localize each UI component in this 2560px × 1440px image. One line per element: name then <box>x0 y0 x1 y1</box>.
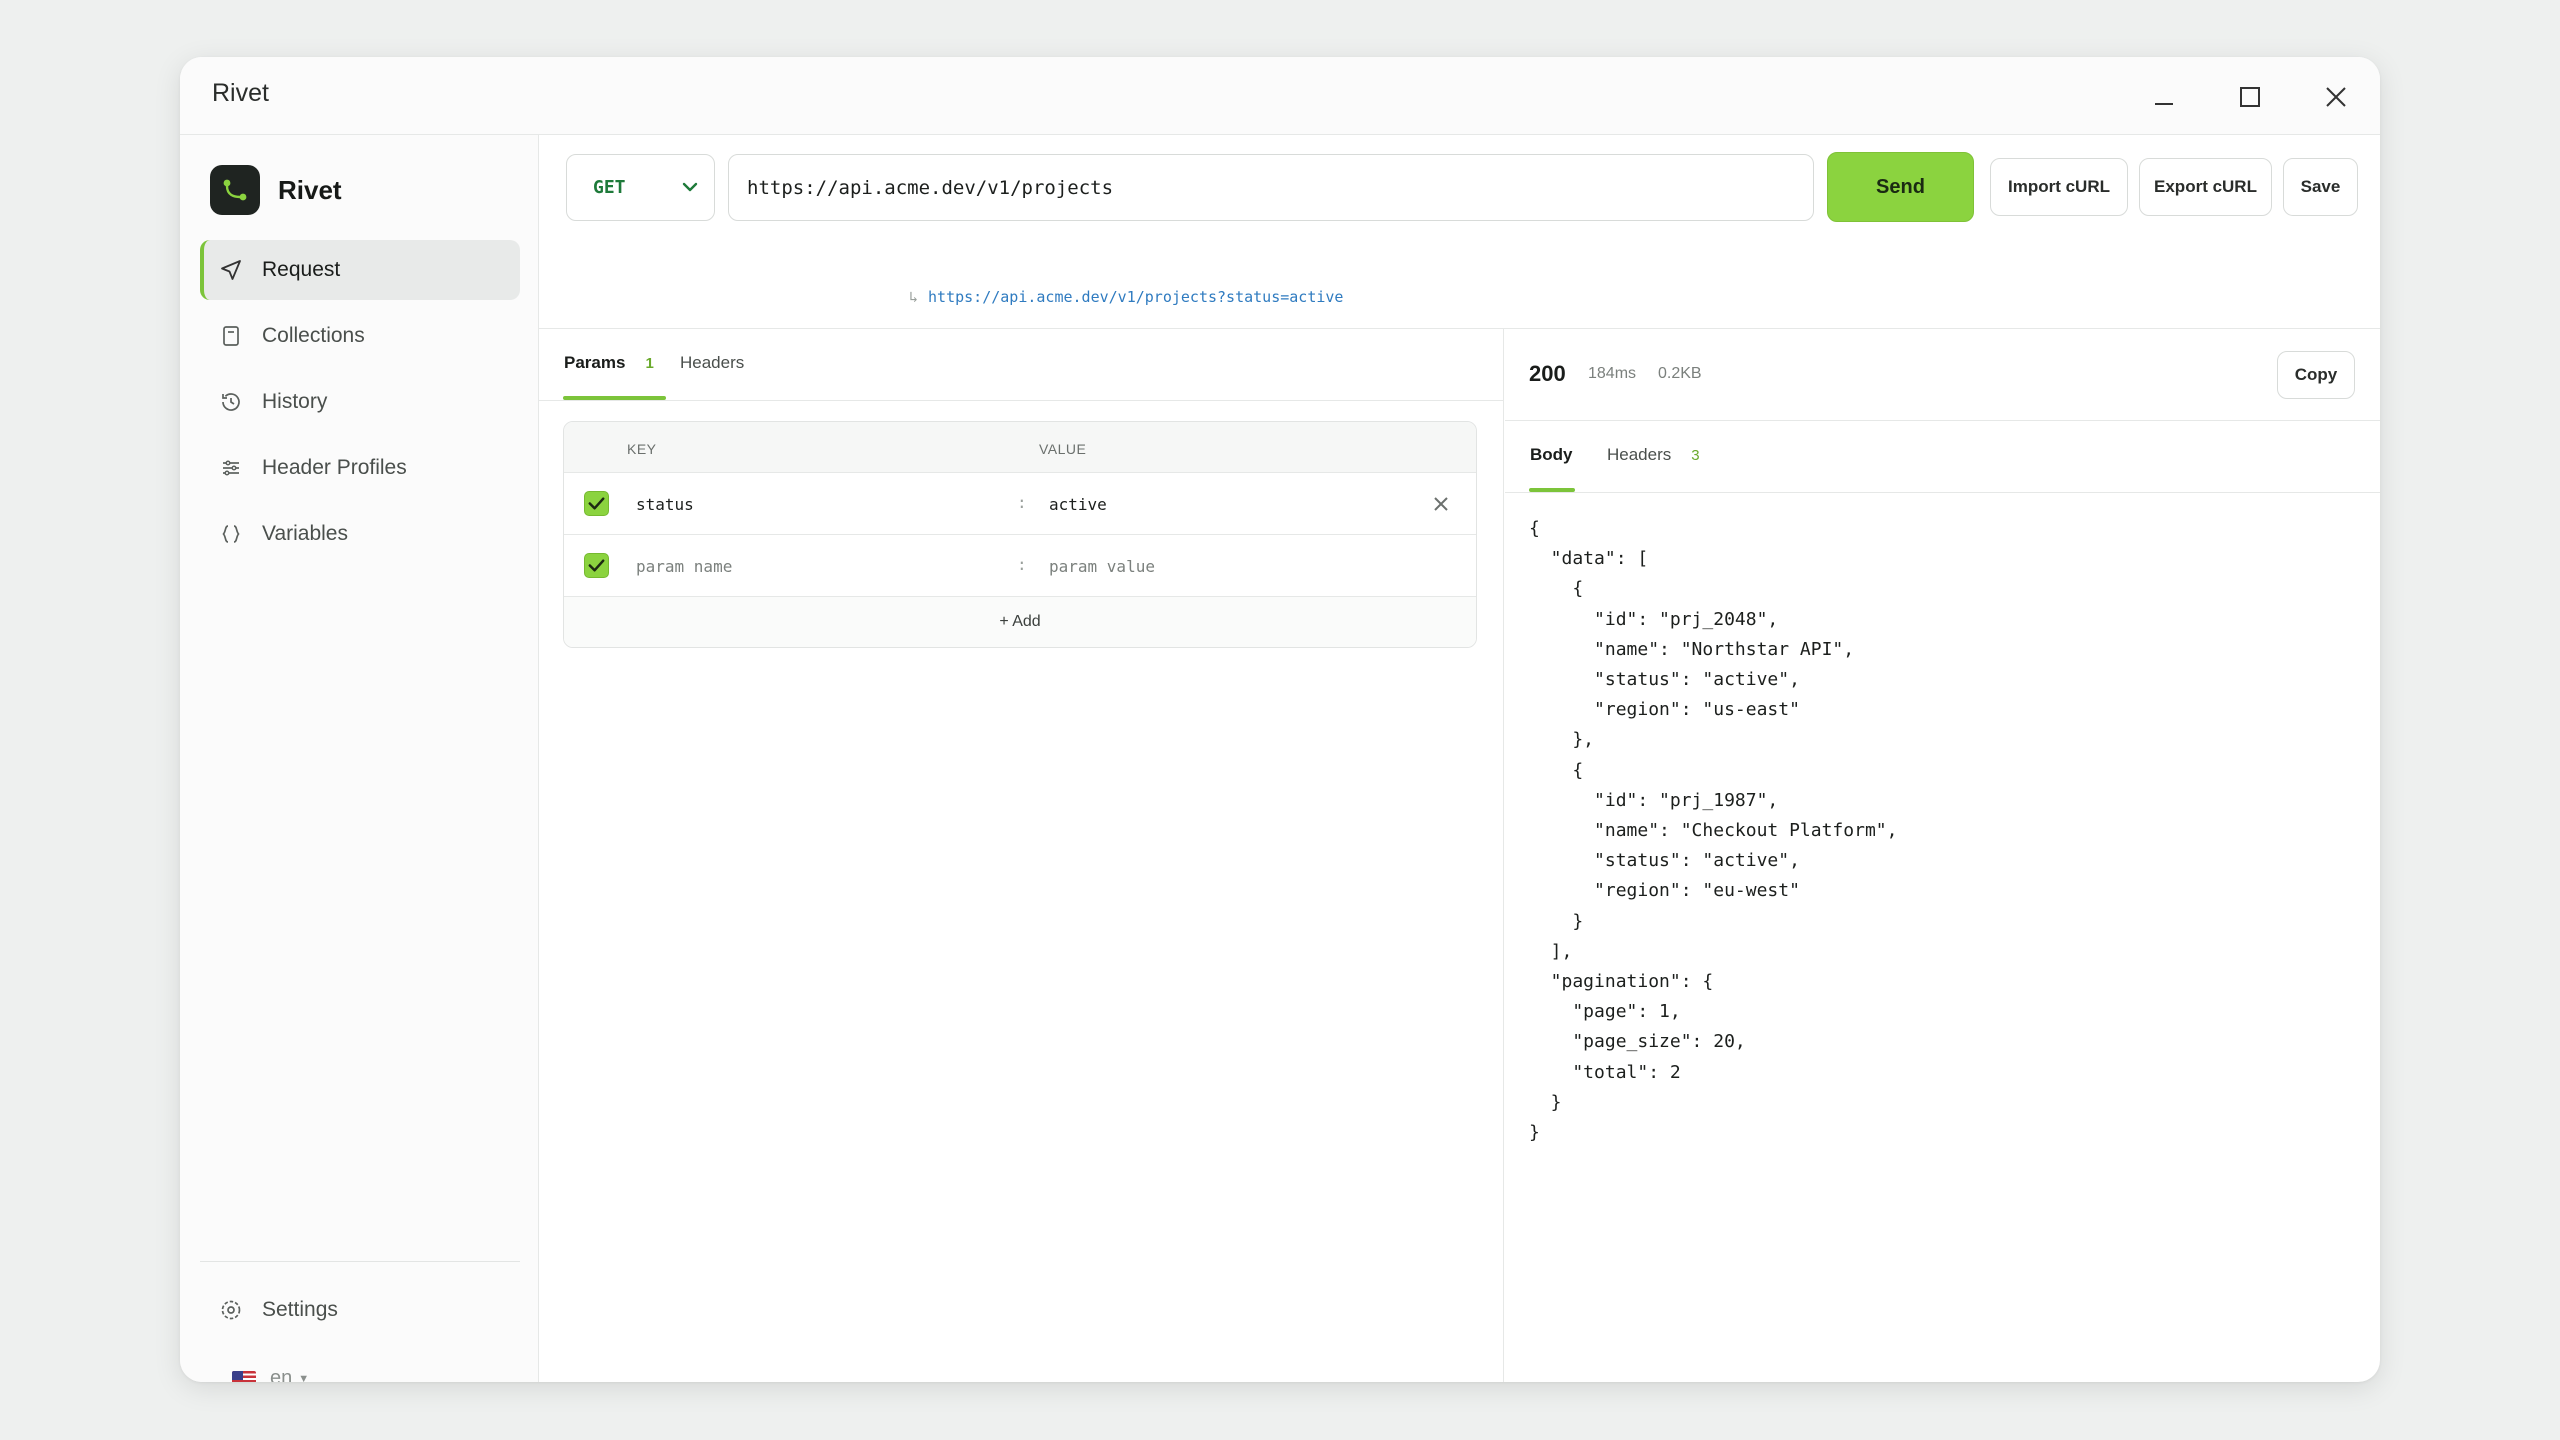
tab-response-headers[interactable]: Headers 3 <box>1607 445 1700 465</box>
export-curl-button[interactable]: Export cURL <box>2139 158 2272 216</box>
tab-headers[interactable]: Headers <box>680 353 744 373</box>
key-column-header: KEY <box>627 441 657 457</box>
book-icon <box>218 323 244 349</box>
caret-down-icon: ▼ <box>298 1372 310 1383</box>
add-param-button[interactable]: + Add <box>564 597 1476 647</box>
copy-button[interactable]: Copy <box>2277 351 2355 399</box>
title-bar: Rivet <box>180 57 2380 135</box>
send-button[interactable]: Send <box>1827 152 1974 222</box>
sidebar-item-label: Collections <box>262 324 365 347</box>
tab-label: Params <box>564 353 626 372</box>
app-window: Rivet Rivet Request Collections History … <box>180 57 2380 1382</box>
param-key-input[interactable] <box>636 548 1016 584</box>
save-button[interactable]: Save <box>2283 158 2358 216</box>
sidebar: Rivet Request Collections History Header… <box>180 135 539 1382</box>
response-pane: 200 184ms 0.2KB Copy Body Headers 3 { "da… <box>1505 329 2380 1382</box>
sidebar-item-label: History <box>262 390 328 413</box>
tab-label: Headers <box>680 353 745 372</box>
sidebar-item-label: Settings <box>262 1298 338 1321</box>
sidebar-item-variables[interactable]: Variables <box>200 504 520 564</box>
method-value: GET <box>593 177 626 198</box>
url-input[interactable] <box>728 154 1814 221</box>
request-tabs: Params 1 Headers <box>539 329 1503 401</box>
sidebar-item-settings[interactable]: Settings <box>200 1280 520 1340</box>
settings-section: Settings <box>200 1280 520 1346</box>
enable-checkbox[interactable] <box>584 491 609 516</box>
language-code: en <box>270 1367 293 1382</box>
minimize-icon <box>2155 103 2173 105</box>
active-tab-indicator <box>563 396 666 400</box>
params-count-badge: 1 <box>645 355 654 372</box>
response-meta: 200 184ms 0.2KB Copy <box>1505 329 2380 421</box>
remove-param-button[interactable] <box>1428 491 1454 517</box>
sidebar-item-header-profiles[interactable]: Header Profiles <box>200 438 520 498</box>
close-icon <box>1434 497 1448 511</box>
checkmark-icon <box>588 559 605 572</box>
tab-params[interactable]: Params 1 <box>564 353 654 373</box>
rivet-logo-icon <box>210 165 260 215</box>
table-row-new: : <box>564 535 1476 597</box>
braces-icon <box>218 521 244 547</box>
table-row: : <box>564 473 1476 535</box>
active-tab-indicator <box>1529 488 1575 492</box>
brand: Rivet <box>210 165 342 215</box>
response-body: { "data": [ { "id": "prj_2048", "name": … <box>1529 518 1898 1144</box>
params-table: KEY VALUE : : <box>563 421 1477 648</box>
response-tabs: Body Headers 3 <box>1505 421 2380 493</box>
return-arrow-icon: ↳ <box>909 288 919 306</box>
tab-body[interactable]: Body <box>1530 445 1573 465</box>
language-selector[interactable]: en ▼ <box>232 1367 309 1382</box>
sidebar-item-request[interactable]: Request <box>200 240 520 300</box>
method-select[interactable]: GET <box>566 154 715 221</box>
tab-label: Headers <box>1607 445 1672 464</box>
request-bar: GET ↳ https://api.acme.dev/v1/projects?st… <box>539 135 2380 329</box>
key-value-separator: : <box>1017 493 1027 512</box>
resolved-url-text: https://api.acme.dev/v1/projects?status=… <box>928 288 1344 306</box>
sidebar-nav: Request Collections History Header Profi… <box>200 240 520 570</box>
key-value-separator: : <box>1017 555 1027 574</box>
minimize-button[interactable] <box>2144 77 2184 117</box>
resolved-url[interactable]: ↳ https://api.acme.dev/v1/projects?status… <box>909 288 1343 306</box>
maximize-button[interactable] <box>2230 77 2270 117</box>
response-time: 184ms <box>1588 365 1637 382</box>
sidebar-item-collections[interactable]: Collections <box>200 306 520 366</box>
sliders-icon <box>218 455 244 481</box>
param-key-input[interactable] <box>636 486 1016 522</box>
tab-label: Body <box>1530 445 1573 464</box>
window-title: Rivet <box>212 79 269 107</box>
sidebar-item-label: Header Profiles <box>262 456 407 479</box>
gear-icon <box>218 1297 244 1323</box>
brand-name: Rivet <box>278 174 342 205</box>
param-value-input[interactable] <box>1049 548 1429 584</box>
checkmark-icon <box>588 497 605 510</box>
send-icon <box>218 257 244 283</box>
enable-checkbox[interactable] <box>584 553 609 578</box>
sidebar-item-label: Request <box>262 258 341 281</box>
headers-count-badge: 3 <box>1691 447 1700 464</box>
params-pane: Params 1 Headers KEY VALUE : <box>539 329 1504 1382</box>
sidebar-item-label: Variables <box>262 522 348 545</box>
param-value-input[interactable] <box>1049 486 1429 522</box>
history-icon <box>218 389 244 415</box>
sidebar-divider <box>200 1261 520 1262</box>
us-flag-icon <box>232 1370 256 1382</box>
maximize-icon <box>2240 87 2260 107</box>
close-button[interactable] <box>2316 77 2356 117</box>
import-curl-button[interactable]: Import cURL <box>1990 158 2128 216</box>
value-column-header: VALUE <box>1039 441 1087 457</box>
sidebar-item-history[interactable]: History <box>200 372 520 432</box>
status-code: 200 <box>1529 361 1566 386</box>
chevron-down-icon <box>682 182 698 192</box>
params-table-header: KEY VALUE <box>564 422 1476 473</box>
response-size: 0.2KB <box>1658 365 1702 382</box>
close-icon <box>2326 87 2346 107</box>
